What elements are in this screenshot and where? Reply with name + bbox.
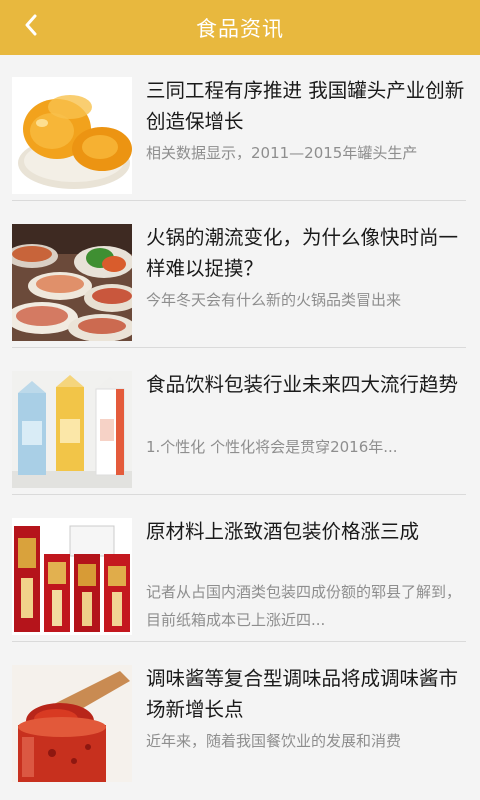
divider — [12, 200, 466, 201]
article-summary: 1.个性化 个性化将会是贯穿2016年... — [146, 438, 398, 456]
canned-peaches-image — [12, 77, 132, 194]
article-title: 火锅的潮流变化，为什么像快时尚一样难以捉摸？ — [146, 226, 459, 280]
article-title: 调味酱等复合型调味品将成调味酱市场新增长点 — [146, 667, 459, 721]
page-title: 食品资讯 — [196, 16, 284, 41]
list-item[interactable]: 三同工程有序推进 我国罐头产业创新创造保增长 相关数据显示，2011—2015年… — [0, 55, 480, 201]
article-summary: 今年冬天会有什么新的火锅品类冒出来 — [146, 291, 402, 309]
app-header: 食品资讯 — [0, 0, 480, 56]
divider — [12, 641, 466, 642]
list-item[interactable]: 火锅的潮流变化，为什么像快时尚一样难以捉摸？ 今年冬天会有什么新的火锅品类冒出来 — [0, 202, 480, 348]
list-item[interactable]: 食品饮料包装行业未来四大流行趋势 1.个性化 个性化将会是贯穿2016年... — [0, 349, 480, 495]
drink-cartons-image — [12, 371, 132, 488]
list-item[interactable]: 原材料上涨致酒包装价格涨三成 记者从占国内酒类包装四成份额的郓县了解到，目前纸箱… — [0, 496, 480, 642]
article-title: 食品饮料包装行业未来四大流行趋势 — [146, 373, 459, 396]
article-list[interactable]: 三同工程有序推进 我国罐头产业创新创造保增长 相关数据显示，2011—2015年… — [0, 55, 480, 800]
divider — [12, 494, 466, 495]
liquor-boxes-image — [12, 518, 132, 635]
list-item[interactable]: 调味酱等复合型调味品将成调味酱市场新增长点 近年来，随着我国餐饮业的发展和消费 — [0, 643, 480, 789]
article-title: 原材料上涨致酒包装价格涨三成 — [146, 520, 420, 543]
back-button[interactable] — [16, 12, 46, 42]
article-summary: 记者从占国内酒类包装四成份额的郓县了解到，目前纸箱成本已上涨近四... — [146, 583, 462, 629]
chevron-left-icon — [24, 14, 38, 40]
article-title: 三同工程有序推进 我国罐头产业创新创造保增长 — [146, 79, 465, 133]
chili-sauce-jar-image — [12, 665, 132, 782]
article-summary: 近年来，随着我国餐饮业的发展和消费 — [146, 732, 402, 750]
divider — [12, 347, 466, 348]
article-summary: 相关数据显示，2011—2015年罐头生产 — [146, 144, 418, 162]
hotpot-dishes-image — [12, 224, 132, 341]
